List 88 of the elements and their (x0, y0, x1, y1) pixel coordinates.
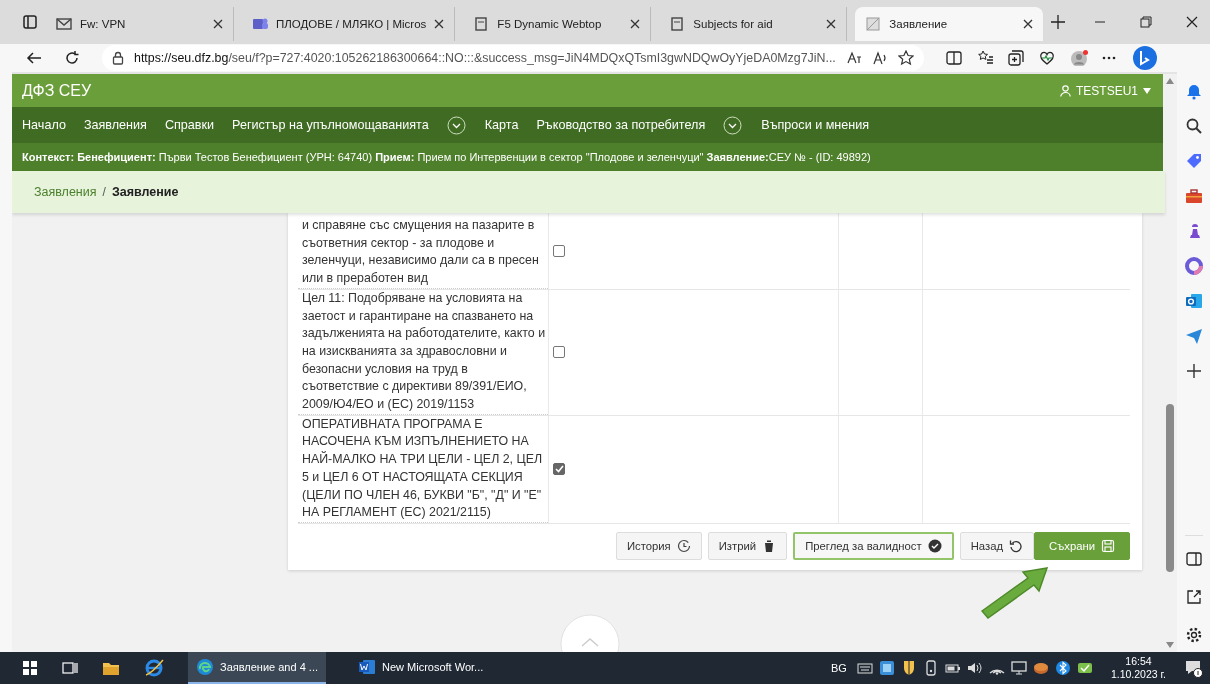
favorites-icon[interactable] (976, 50, 995, 66)
collections-icon[interactable] (1007, 50, 1026, 66)
nav-link[interactable]: Начало (22, 118, 66, 132)
undo-icon (1009, 538, 1023, 553)
reload-icon[interactable] (64, 50, 80, 66)
check-circle-icon (927, 538, 942, 553)
table-cell: и справяне със смущения на пазарите в съответния сектор - за плодове и зеленчуци, независимо дали са в пресен или в преработен вид (298, 213, 548, 289)
app-tray-icon[interactable] (878, 660, 895, 676)
caret-icon (1143, 87, 1151, 94)
browser-tab[interactable]: Заявление (855, 7, 1044, 41)
task-view-icon[interactable] (62, 660, 78, 676)
monitor-icon[interactable] (1010, 660, 1027, 676)
table-cell: ОПЕРАТИВНАТА ПРОГРАМА Е НАСОЧЕНА КЪМ ИЗПЪЛНЕНИЕТО НА НАЙ-МАЛКО НА ТРИ ЦЕЛИ - ЦЕЛ 2, ЦЕЛ 5 и ЦЕЛ 6 ОТ НАСТОЯЩАТА СЕКЦИЯ (ЦЕЛИ ПО ЧЛЕН 46, БУКВИ "Б", "Д" И "Е" НА РЕГЛАМЕНТ (ЕС) 2021/2115) (298, 415, 548, 523)
scroll-down-icon (1166, 642, 1174, 648)
read-aloud-icon[interactable] (871, 51, 888, 65)
app-title: ДФЗ СЕУ (22, 81, 92, 100)
search-icon[interactable] (1184, 117, 1203, 135)
history-icon (676, 538, 691, 553)
external-link-icon[interactable] (1184, 588, 1203, 606)
nav-link[interactable]: Заявления (83, 118, 147, 132)
paper-plane-icon[interactable] (1184, 327, 1203, 345)
people-icon (252, 16, 268, 32)
drive-icon[interactable] (1032, 660, 1049, 676)
restore-icon[interactable] (1140, 16, 1152, 28)
notifications-icon[interactable] (1184, 658, 1204, 678)
checkbox[interactable] (553, 346, 565, 359)
heart-pulse-icon[interactable] (1038, 50, 1057, 66)
nav-link[interactable]: Ръководство за потребителя (536, 118, 706, 132)
nav-link[interactable]: Въпроси и мнения (761, 118, 870, 132)
button[interactable]: Изтрий (707, 531, 788, 560)
envelope-icon (56, 16, 72, 32)
lock-icon (112, 51, 124, 65)
breadcrumb-separator: / (102, 185, 106, 199)
close-icon[interactable] (826, 19, 837, 29)
page-icon (865, 16, 882, 32)
keyboard-icon[interactable] (856, 660, 873, 676)
chevron-down-icon[interactable] (446, 115, 466, 135)
button[interactable]: История (615, 531, 702, 560)
speaker-icon[interactable] (966, 660, 983, 676)
folder-icon[interactable] (102, 660, 120, 676)
clock-time[interactable]: 16:54 (1125, 655, 1152, 668)
toolbox-icon[interactable] (1184, 187, 1203, 205)
url-text: https://seu.dfz.bg/seu/f?p=727:4020:105262186300664::NO:::&success_msg=JiN4MDQxQTsmI3gwNDQwOyYjeDA0Mzg7JiN... (134, 51, 836, 65)
language-indicator[interactable]: BG (831, 662, 847, 674)
split-screen-icon[interactable] (945, 50, 964, 66)
checkbox[interactable] (553, 463, 565, 476)
breadcrumb-current: Заявление (111, 185, 179, 199)
chevron-down-icon[interactable] (723, 115, 743, 135)
circle-logo-icon[interactable] (1184, 257, 1203, 275)
plus-icon[interactable] (1184, 362, 1203, 380)
nav-link[interactable]: Регистър на упълномощаванията (232, 118, 429, 132)
translate-icon[interactable] (845, 51, 862, 65)
nav-link[interactable]: Справки (164, 118, 215, 132)
close-icon[interactable] (1023, 19, 1034, 29)
start-icon[interactable] (22, 660, 38, 676)
button[interactable]: Преглед за валидност (793, 531, 954, 560)
address-bar[interactable]: https://seu.dfz.bg/seu/f?p=727:4020:105262186300664::NO:::&success_msg=JiN4MDQxQTsmI3gwNDQwOyYjeDA0Mzg7JiN... (102, 45, 924, 71)
page-icon (473, 16, 490, 32)
new-tab-icon[interactable] (1051, 15, 1066, 29)
checkbox[interactable] (553, 244, 565, 257)
settings-icon[interactable] (1184, 626, 1203, 644)
back-icon[interactable] (26, 50, 42, 66)
page-icon (669, 16, 686, 32)
browser-tab[interactable]: Subjects for aid (659, 7, 848, 41)
browser-tab[interactable]: Fw: VPN (46, 7, 234, 41)
browser-tab[interactable]: F5 Dynamic Webtop (463, 7, 652, 41)
star-icon[interactable] (897, 50, 914, 66)
context-text: Контекст: Бенефициент: Първи Тестов Бенефициент (УРН: 64740) Прием: Прием по Интервенции в сектор "Плодове и зеленчуци" Заявление:СЕУ № - (ID: 49892) (22, 151, 871, 163)
clock-date[interactable]: 1.10.2023 г. (1110, 668, 1166, 681)
table-cell: Цел 11: Подобряване на условията на заетост и гарантиране на спазването на задълженията на работодателите, както и на изискванията за здравословни и безопасни условия на труд в съответствие с директиви 89/391/ЕИО, 2009/Ю4/ЕО и (ЕС) 2019/1153 (298, 289, 548, 415)
taskbar-app[interactable]: New Microsoft Wor... (350, 652, 492, 684)
user-icon (1060, 84, 1071, 97)
scrollbar-thumb[interactable] (1166, 404, 1174, 572)
close-icon[interactable] (213, 19, 223, 29)
browser-tab[interactable]: ПЛОДОВЕ / МЛЯКО | Micros (242, 7, 456, 41)
nav-link[interactable]: Карта (484, 118, 519, 132)
sidebar-toggle-icon[interactable] (1184, 550, 1203, 568)
taskbar-app[interactable]: Заявление and 4 ... (188, 652, 326, 684)
scroll-up-icon (1166, 78, 1174, 84)
close-icon[interactable] (630, 19, 641, 29)
close-icon[interactable] (1186, 16, 1198, 28)
tab-actions-icon[interactable] (22, 14, 38, 30)
breadcrumb-link[interactable]: Заявления (34, 185, 97, 199)
security-check-icon[interactable] (1076, 660, 1093, 676)
avatar-icon[interactable] (1069, 50, 1088, 66)
close-icon[interactable] (434, 19, 445, 29)
bluetooth-icon[interactable] (1054, 660, 1071, 676)
button[interactable]: Назад (959, 531, 1034, 560)
